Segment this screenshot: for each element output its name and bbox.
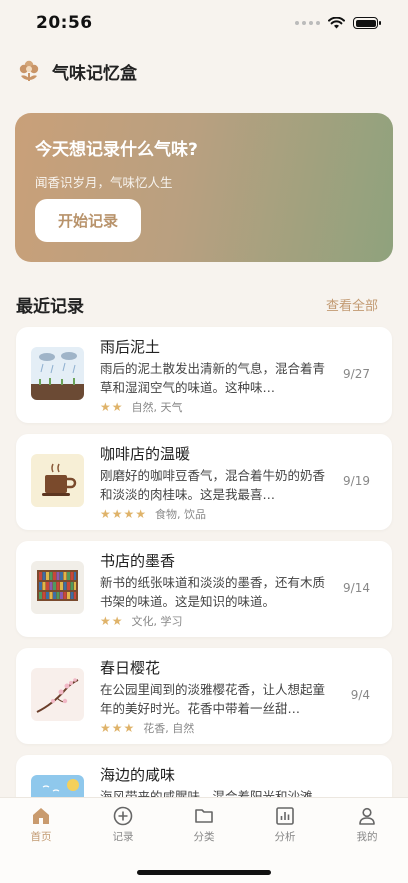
tab-home[interactable]: 首页	[11, 806, 71, 844]
status-time: 20:56	[36, 13, 93, 33]
hero-title: 今天想记录什么气味?	[35, 140, 198, 160]
record-date: 9/14	[343, 581, 370, 595]
app-header: 气味记忆盒	[16, 56, 137, 86]
record-date: 9/27	[343, 367, 370, 381]
home-indicator	[137, 870, 271, 875]
bookshelf-thumbnail	[31, 561, 84, 614]
star-rating-icon: ★★★	[100, 721, 136, 735]
recent-section-header: 最近记录 查看全部	[16, 292, 378, 317]
app-title: 气味记忆盒	[52, 63, 137, 84]
cherry-blossom-thumbnail	[31, 668, 84, 721]
signal-icon	[295, 21, 320, 25]
flower-icon	[16, 58, 42, 84]
tab-record[interactable]: 记录	[93, 806, 153, 844]
battery-icon	[353, 17, 381, 29]
hero-subtitle: 闻香识岁月，气味忆人生	[35, 175, 173, 190]
rain-soil-thumbnail	[31, 347, 84, 400]
hero-card: 今天想记录什么气味? 闻香识岁月，气味忆人生 开始记录	[15, 113, 393, 262]
record-tags: 文化, 学习	[131, 615, 183, 628]
section-title: 最近记录	[16, 297, 84, 317]
record-tags: 食物, 饮品	[155, 508, 207, 521]
record-title: 书店的墨香	[100, 552, 176, 570]
record-card[interactable]: 春日樱花 在公园里闻到的淡雅樱花香，让人想起童年的美好时光。花香中带着一丝甜… …	[16, 648, 392, 744]
start-record-button[interactable]: 开始记录	[35, 199, 141, 242]
tab-category[interactable]: 分类	[174, 806, 234, 844]
user-icon	[359, 807, 375, 825]
wifi-icon	[328, 17, 345, 29]
record-title: 咖啡店的温暖	[100, 445, 191, 463]
record-title: 春日樱花	[100, 659, 161, 677]
home-icon	[33, 808, 49, 824]
record-date: 9/4	[350, 688, 370, 702]
record-date: 9/19	[343, 474, 370, 488]
folder-icon	[195, 809, 213, 823]
record-card[interactable]: 咖啡店的温暖 刚磨好的咖啡豆香气，混合着牛奶的奶香和淡淡的肉桂味。这是我最喜… …	[16, 434, 392, 530]
record-description: 刚磨好的咖啡豆香气，混合着牛奶的奶香和淡淡的肉桂味。这是我最喜…	[100, 468, 326, 502]
tab-profile[interactable]: 我的	[337, 806, 397, 844]
chart-icon	[276, 807, 294, 825]
status-bar: 20:56	[0, 0, 408, 46]
record-description: 在公园里闻到的淡雅樱花香，让人想起童年的美好时光。花香中带着一丝甜…	[100, 682, 326, 716]
record-tags: 花香, 自然	[143, 722, 195, 735]
see-all-link[interactable]: 查看全部	[326, 295, 378, 314]
record-tags: 自然, 天气	[131, 401, 183, 414]
coffee-cup-thumbnail	[31, 454, 84, 507]
record-card[interactable]: 书店的墨香 新书的纸张味道和淡淡的墨香，还有木质书架的味道。这是知识的味道。 ★…	[16, 541, 392, 637]
tab-label: 分类	[193, 831, 215, 843]
plus-circle-icon	[113, 806, 133, 826]
tab-label: 分析	[274, 831, 296, 843]
record-description: 新书的纸张味道和淡淡的墨香，还有木质书架的味道。这是知识的味道。	[100, 575, 326, 609]
record-card[interactable]: 雨后泥土 雨后的泥土散发出清新的气息，混合着青草和湿润空气的味道。这种味… ★★…	[16, 327, 392, 423]
tab-label: 首页	[30, 831, 52, 843]
star-rating-icon: ★★	[100, 400, 124, 414]
status-icons	[295, 17, 381, 29]
tab-label: 记录	[112, 831, 134, 843]
tab-analysis[interactable]: 分析	[255, 806, 315, 844]
record-description: 雨后的泥土散发出清新的气息，混合着青草和湿润空气的味道。这种味…	[100, 361, 326, 395]
star-rating-icon: ★★★★	[100, 507, 148, 521]
record-title: 雨后泥土	[100, 338, 161, 356]
tab-label: 我的	[356, 831, 378, 843]
star-rating-icon: ★★	[100, 614, 124, 628]
record-title: 海边的咸味	[100, 766, 176, 784]
